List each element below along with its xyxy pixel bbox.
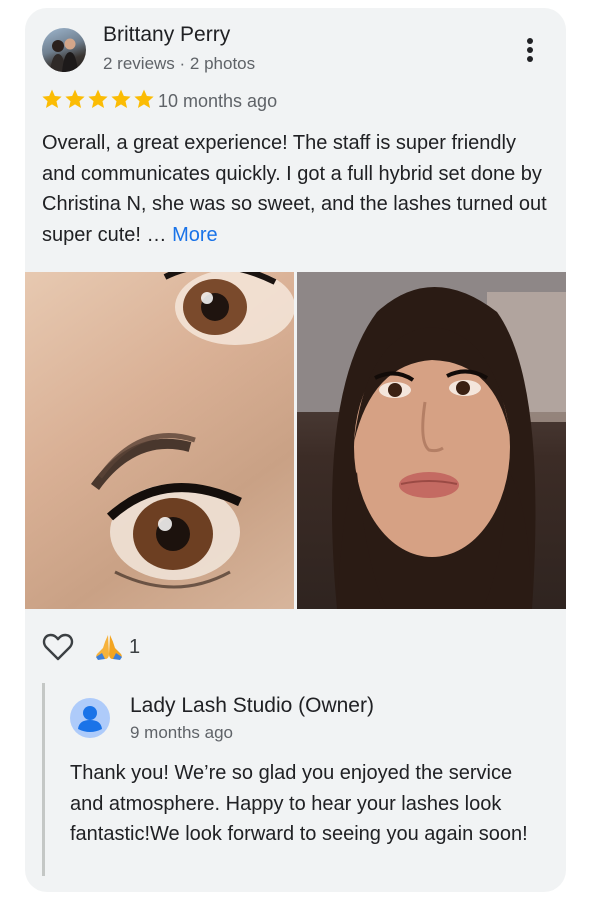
owner-reply-time: 9 months ago	[130, 723, 234, 742]
reviewer-photo-icon	[50, 38, 78, 72]
review-photo-1[interactable]	[25, 272, 294, 609]
review-time: 10 months ago	[158, 91, 278, 111]
owner-reply-text: Thank you! We’re so glad you enjoyed the…	[70, 762, 528, 845]
star-icon	[42, 89, 62, 108]
review-body: Overall, a great experience! The staff i…	[42, 132, 547, 246]
more-options-button[interactable]	[517, 34, 543, 66]
review-text: Overall, a great experience! The staff i…	[42, 128, 552, 250]
owner-name: Lady Lash Studio (Owner)	[130, 694, 374, 717]
heart-outline-icon	[42, 633, 74, 661]
star-rating	[41, 88, 155, 110]
star-icon	[65, 89, 85, 108]
reviewer-meta: 2 reviews · 2 photos	[103, 54, 256, 73]
folded-hands-emoji-icon	[96, 635, 122, 660]
person-icon	[70, 698, 110, 738]
star-icon	[88, 89, 108, 108]
selfie-image	[297, 272, 566, 609]
more-link[interactable]: More	[172, 224, 218, 246]
like-button[interactable]	[42, 632, 74, 662]
review-photo-2[interactable]	[297, 272, 566, 609]
reviewer-avatar[interactable]	[42, 28, 86, 72]
reply-divider	[42, 683, 45, 876]
reviewer-name[interactable]: Brittany Perry	[103, 23, 230, 47]
reaction-chip[interactable]: 1	[93, 632, 140, 662]
star-icon	[134, 89, 154, 108]
eye-closeup-image	[90, 272, 294, 589]
owner-avatar[interactable]	[70, 698, 110, 738]
review-card: Brittany Perry 2 reviews · 2 photos 10 m…	[25, 8, 566, 892]
star-icon	[111, 89, 131, 108]
reaction-count: 1	[129, 635, 141, 658]
